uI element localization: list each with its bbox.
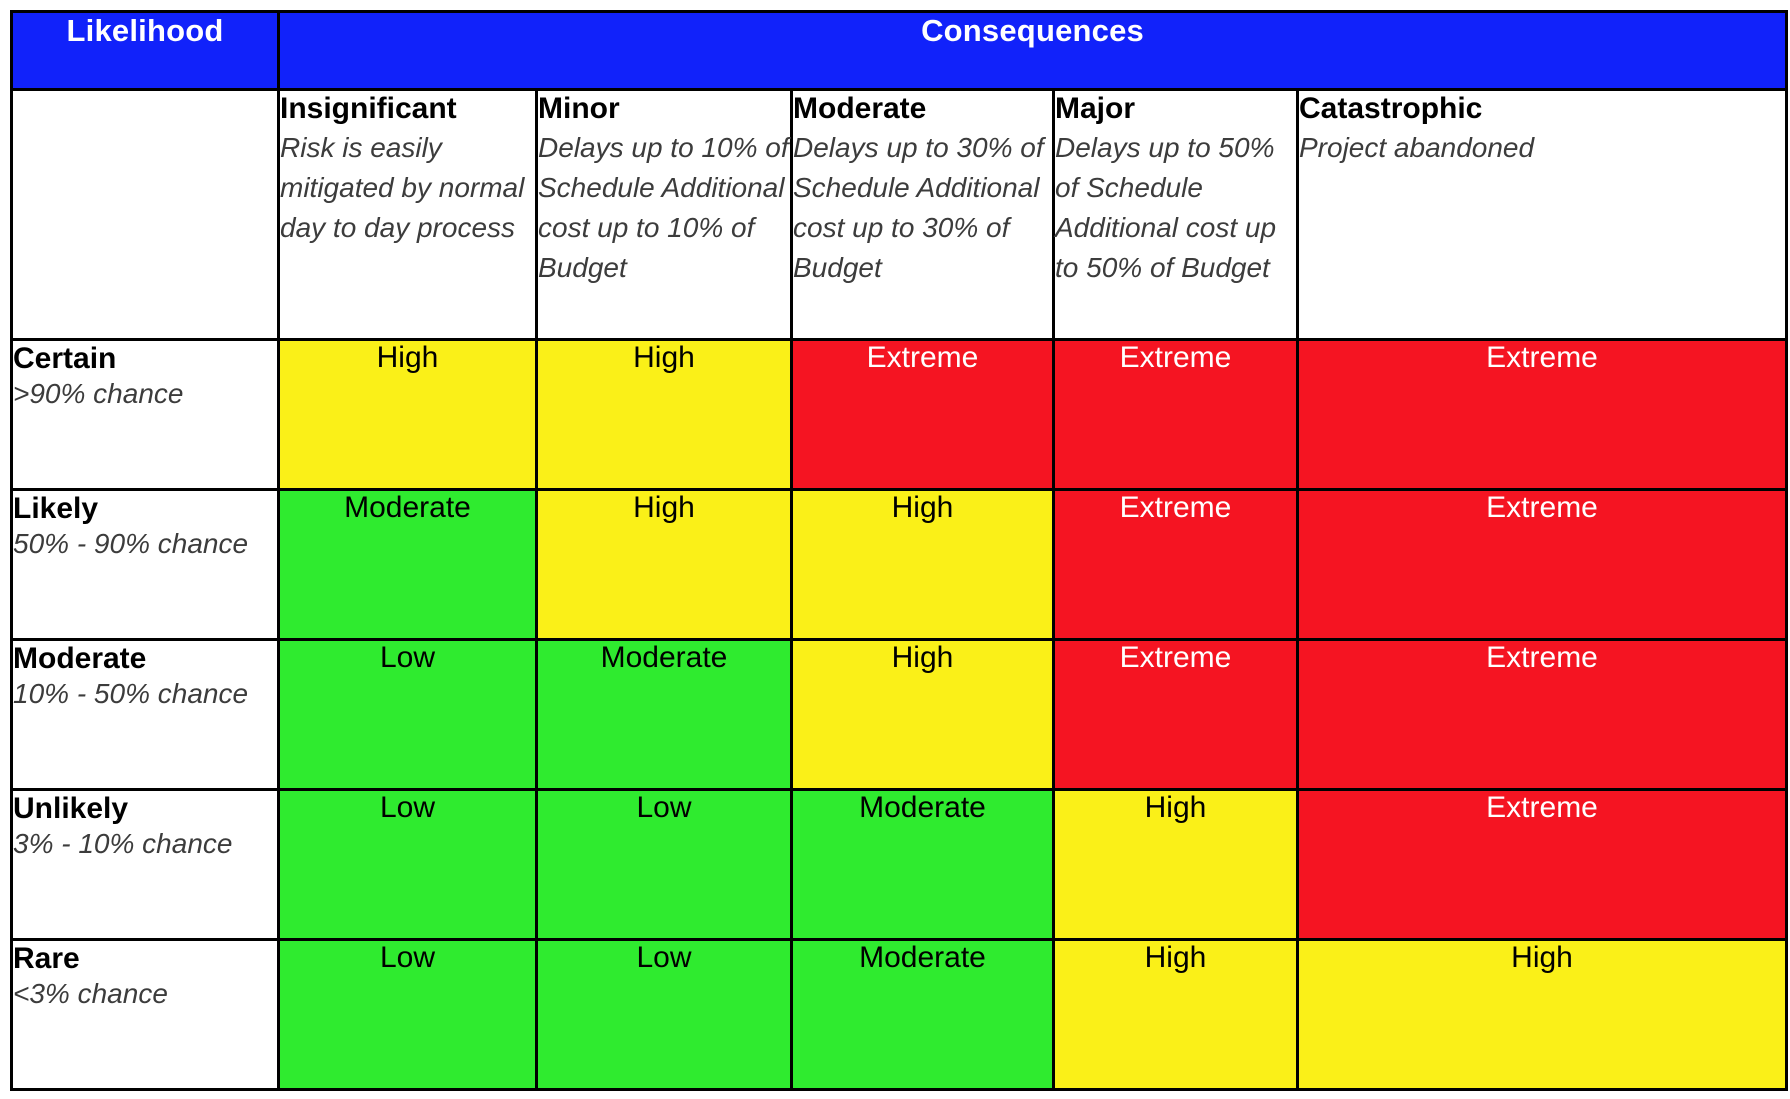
likelihood-label-likely: Likely 50% - 90% chance [10, 488, 280, 641]
risk-cell-unlikely-insignificant[interactable]: Low [277, 788, 538, 941]
risk-cell-certain-insignificant[interactable]: High [277, 338, 538, 491]
likelihood-description-unlikely: 3% - 10% chance [13, 828, 233, 860]
risk-cell-moderate-major[interactable]: Extreme [1052, 638, 1299, 791]
consequence-column-insignificant: Insignificant Risk is easily mitigated b… [277, 88, 538, 341]
risk-rating-text: High [1144, 941, 1207, 974]
risk-cell-certain-major[interactable]: Extreme [1052, 338, 1299, 491]
risk-cell-certain-moderate[interactable]: Extreme [790, 338, 1055, 491]
risk-cell-moderate-minor[interactable]: Moderate [535, 638, 793, 791]
risk-rating-text: High [633, 491, 695, 524]
risk-rating-text: Extreme [1486, 641, 1598, 674]
consequence-description-moderate: Delays up to 30% of Schedule Additional … [793, 132, 1044, 283]
likelihood-label-rare: Rare <3% chance [10, 938, 280, 1091]
risk-rating-text: Low [379, 791, 436, 824]
risk-rating-text: Moderate [859, 941, 986, 974]
consequence-description-minor: Delays up to 10% of Schedule Additional … [538, 132, 789, 283]
risk-cell-certain-minor[interactable]: High [535, 338, 793, 491]
consequence-description-insignificant: Risk is easily mitigated by normal day t… [280, 132, 525, 243]
matrix-row-likely: Likely 50% - 90% chance Moderate High Hi… [10, 488, 1789, 641]
matrix-row-moderate: Moderate 10% - 50% chance Low Moderate H… [10, 638, 1789, 791]
risk-cell-rare-catastrophic[interactable]: High [1295, 938, 1789, 1091]
likelihood-description-rare: <3% chance [13, 978, 168, 1010]
banner-row: Likelihood Consequences [10, 10, 1789, 91]
risk-cell-likely-minor[interactable]: High [535, 488, 793, 641]
risk-cell-likely-catastrophic[interactable]: Extreme [1295, 488, 1789, 641]
risk-cell-certain-catastrophic[interactable]: Extreme [1295, 338, 1789, 491]
risk-rating-text: Extreme [1486, 491, 1598, 524]
risk-rating-text: High [1144, 791, 1207, 824]
risk-rating-text: Extreme [866, 341, 979, 374]
risk-cell-moderate-moderate[interactable]: High [790, 638, 1055, 791]
likelihood-title-certain: Certain [13, 342, 117, 375]
risk-rating-text: Extreme [1119, 641, 1232, 674]
risk-cell-moderate-catastrophic[interactable]: Extreme [1295, 638, 1789, 791]
risk-rating-text: High [891, 491, 954, 524]
risk-rating-text: Extreme [1486, 791, 1598, 824]
consequence-column-catastrophic: Catastrophic Project abandoned [1295, 88, 1789, 341]
risk-rating-text: Extreme [1119, 491, 1232, 524]
risk-cell-unlikely-catastrophic[interactable]: Extreme [1295, 788, 1789, 941]
risk-matrix-container: Likelihood Consequences Insignificant Ri… [0, 0, 1790, 1099]
risk-rating-text: Moderate [859, 791, 986, 824]
risk-cell-unlikely-major[interactable]: High [1052, 788, 1299, 941]
likelihood-title-moderate: Moderate [13, 642, 147, 675]
risk-rating-text: Low [636, 941, 692, 974]
risk-assessment-matrix-table: Likelihood Consequences Insignificant Ri… [10, 10, 1789, 1091]
risk-cell-moderate-insignificant[interactable]: Low [277, 638, 538, 791]
consequence-title-major: Major [1055, 92, 1136, 125]
likelihood-label-unlikely: Unlikely 3% - 10% chance [10, 788, 280, 941]
risk-cell-likely-major[interactable]: Extreme [1052, 488, 1299, 641]
consequence-column-minor: Minor Delays up to 10% of Schedule Addit… [535, 88, 793, 341]
risk-cell-rare-moderate[interactable]: Moderate [790, 938, 1055, 1091]
risk-cell-unlikely-minor[interactable]: Low [535, 788, 793, 941]
consequences-banner-header: Consequences [276, 10, 1789, 91]
risk-rating-text: Low [636, 791, 692, 824]
risk-cell-likely-insignificant[interactable]: Moderate [277, 488, 538, 641]
risk-rating-text: High [1511, 941, 1573, 974]
risk-rating-text: Low [379, 641, 436, 674]
risk-rating-text: Moderate [600, 641, 728, 674]
likelihood-description-moderate: 10% - 50% chance [13, 678, 249, 710]
risk-rating-text: Low [379, 941, 436, 974]
consequence-title-insignificant: Insignificant [280, 92, 457, 125]
risk-rating-text: Extreme [1119, 341, 1232, 374]
matrix-corner-cell [10, 88, 280, 341]
matrix-row-unlikely: Unlikely 3% - 10% chance Low Low Moderat… [10, 788, 1789, 941]
risk-cell-likely-moderate[interactable]: High [790, 488, 1055, 641]
risk-cell-rare-minor[interactable]: Low [535, 938, 793, 1091]
risk-rating-text: High [376, 341, 439, 374]
likelihood-banner-header: Likelihood [10, 10, 280, 91]
risk-rating-text: High [633, 341, 695, 374]
likelihood-label-moderate: Moderate 10% - 50% chance [10, 638, 280, 791]
likelihood-title-likely: Likely [13, 492, 99, 525]
consequence-definitions-row: Insignificant Risk is easily mitigated b… [10, 88, 1789, 341]
matrix-row-certain: Certain >90% chance High High Extreme Ex… [10, 338, 1789, 491]
risk-cell-rare-major[interactable]: High [1052, 938, 1299, 1091]
likelihood-label-certain: Certain >90% chance [10, 338, 280, 491]
likelihood-title-rare: Rare [13, 942, 80, 975]
likelihood-description-certain: >90% chance [13, 378, 184, 410]
consequence-column-moderate: Moderate Delays up to 30% of Schedule Ad… [790, 88, 1055, 341]
matrix-row-rare: Rare <3% chance Low Low Moderate High Hi… [10, 938, 1789, 1091]
risk-rating-text: Moderate [344, 491, 471, 524]
consequence-column-major: Major Delays up to 50% of Schedule Addit… [1052, 88, 1299, 341]
likelihood-title-unlikely: Unlikely [13, 792, 129, 825]
consequence-title-moderate: Moderate [793, 92, 927, 125]
consequence-title-minor: Minor [538, 92, 620, 125]
consequence-description-major: Delays up to 50% of Schedule Additional … [1055, 132, 1277, 283]
risk-rating-text: Extreme [1486, 341, 1598, 374]
risk-cell-unlikely-moderate[interactable]: Moderate [790, 788, 1055, 941]
consequence-description-catastrophic: Project abandoned [1299, 132, 1535, 164]
consequence-title-catastrophic: Catastrophic [1299, 92, 1483, 125]
risk-rating-text: High [891, 641, 954, 674]
risk-cell-rare-insignificant[interactable]: Low [277, 938, 538, 1091]
likelihood-description-likely: 50% - 90% chance [13, 528, 249, 560]
